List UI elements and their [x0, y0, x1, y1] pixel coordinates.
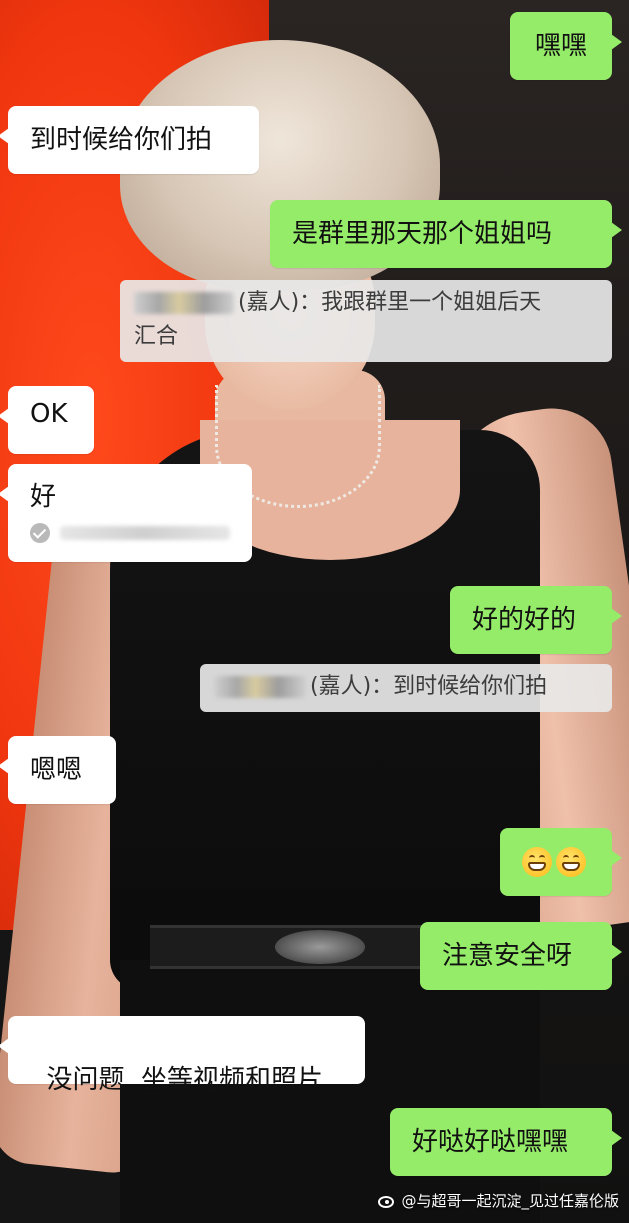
message-text: 好的好的 [472, 605, 577, 635]
blurred-sender-name [134, 292, 234, 314]
message-text: 到时候给你们拍 [30, 125, 213, 155]
message-bubble-sent[interactable]: 嘿嘿 [510, 12, 622, 80]
message-bubble-received[interactable]: 好 [0, 464, 252, 562]
blurred-status-text [60, 526, 230, 540]
message-bubble-sent[interactable]: 好的好的 [450, 586, 622, 654]
message-text: 嘿嘿 [534, 31, 587, 61]
quote-text-continued: 汇合 [134, 324, 179, 349]
quote-sender-role: (嘉人) [310, 674, 372, 699]
watermark-text: @与超哥一起沉淀_见过任嘉伦版 [401, 1192, 619, 1210]
message-text: 好哒好哒嘿嘿 [412, 1127, 569, 1157]
message-text: 是群里那天那个姐姐吗 [292, 219, 553, 249]
grinning-squinting-face-icon [556, 847, 586, 877]
quoted-message[interactable]: (嘉人)：到时候给你们拍 [200, 664, 612, 712]
message-text: 嗯嗯 [30, 755, 83, 785]
message-bubble-sent[interactable]: 是群里那天那个姐姐吗 [270, 200, 622, 268]
message-text: 好 [30, 482, 57, 512]
weibo-icon [377, 1193, 397, 1209]
quoted-message[interactable]: (嘉人)：我跟群里一个姐姐后天 汇合 [120, 280, 612, 362]
blurred-sender-name [214, 676, 306, 698]
grinning-squinting-face-icon [522, 847, 552, 877]
quote-text: ：到时候给你们拍 [371, 674, 548, 699]
message-text: 注意安全呀 [442, 941, 573, 971]
wallpaper-belt-buckle [275, 930, 365, 964]
message-text: OK [30, 399, 68, 429]
weibo-watermark: @与超哥一起沉淀_见过任嘉伦版 [377, 1190, 619, 1211]
message-bubble-received[interactable]: 没问题 坐等视频和照片 [0, 1016, 365, 1095]
message-status-row [30, 523, 230, 543]
message-bubble-received[interactable]: 嗯嗯 [0, 736, 116, 804]
emoji-group [522, 847, 590, 877]
message-bubble-received[interactable]: 到时候给你们拍 [0, 106, 259, 174]
quote-sender-role: (嘉人) [238, 290, 300, 315]
quote-text: ：我跟群里一个姐姐后天 [299, 290, 542, 315]
message-text: 没问题 坐等视频和照片 [46, 1065, 324, 1095]
check-circle-icon [30, 523, 50, 543]
message-bubble-sent[interactable]: 注意安全呀 [420, 922, 622, 990]
message-bubble-received[interactable]: OK [0, 386, 94, 454]
message-bubble-sent[interactable]: 好哒好哒嘿嘿 [390, 1108, 622, 1176]
message-bubble-sent[interactable] [500, 828, 622, 896]
